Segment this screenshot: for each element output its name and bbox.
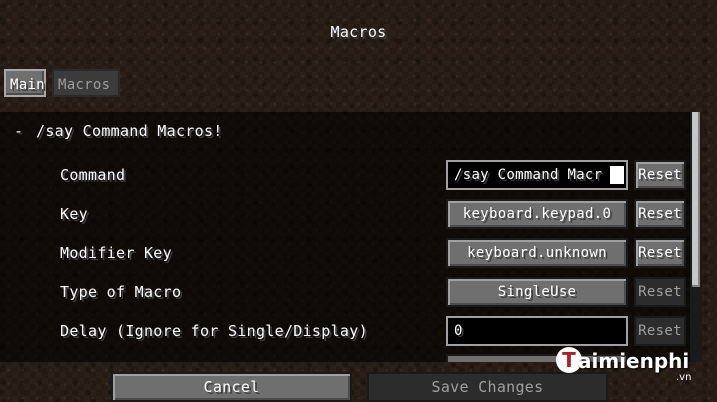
type-of-macro-reset-button[interactable]: Reset	[634, 277, 686, 307]
modifier-key-reset-button[interactable]: Reset	[634, 238, 686, 268]
text-cursor	[610, 166, 624, 184]
macro-group-title: /say Command Macros!	[36, 122, 223, 140]
tab-macros[interactable]: Macros	[52, 69, 120, 97]
save-changes-button[interactable]: Save Changes	[367, 372, 608, 402]
row-modifier-key: Modifier Key keyboard.unknown Reset	[60, 236, 690, 268]
type-of-macro-label: Type of Macro	[60, 283, 182, 301]
watermark-domain: .vn	[676, 372, 692, 383]
delay-input[interactable]: 0	[446, 316, 628, 346]
row-key: Key keyboard.keypad.0 Reset	[60, 197, 690, 229]
delay-label: Delay (Ignore for Single/Display)	[60, 322, 368, 340]
command-input[interactable]: /say Command Macr	[446, 160, 628, 190]
cancel-button[interactable]: Cancel	[111, 372, 352, 402]
row-type-of-macro: Type of Macro SingleUse Reset	[60, 275, 690, 307]
command-input-value: /say Command Macr	[454, 167, 603, 183]
tab-bar: Main Macros	[0, 66, 717, 102]
key-label: Key	[60, 205, 88, 223]
scrollbar-thumb[interactable]	[692, 112, 700, 287]
type-of-macro-button[interactable]: SingleUse	[446, 277, 628, 307]
key-reset-button[interactable]: Reset	[634, 199, 686, 229]
row-delay: Delay (Ignore for Single/Display) 0 Rese…	[60, 314, 690, 346]
delay-reset-button[interactable]: Reset	[634, 316, 686, 346]
tab-main[interactable]: Main	[4, 69, 46, 97]
command-label: Command	[60, 166, 126, 184]
macro-group-header[interactable]: -/say Command Macros!	[14, 122, 223, 142]
command-reset-button[interactable]: Reset	[634, 160, 686, 190]
watermark-name: aimienphi	[578, 349, 690, 373]
modifier-key-label: Modifier Key	[60, 244, 172, 262]
row-command: Command /say Command Macr Reset	[60, 158, 690, 190]
modifier-key-button[interactable]: keyboard.unknown	[446, 238, 628, 268]
collapse-icon[interactable]: -	[14, 122, 28, 140]
key-binding-button[interactable]: keyboard.keypad.0	[446, 199, 628, 229]
screen-title: Macros	[330, 23, 387, 41]
